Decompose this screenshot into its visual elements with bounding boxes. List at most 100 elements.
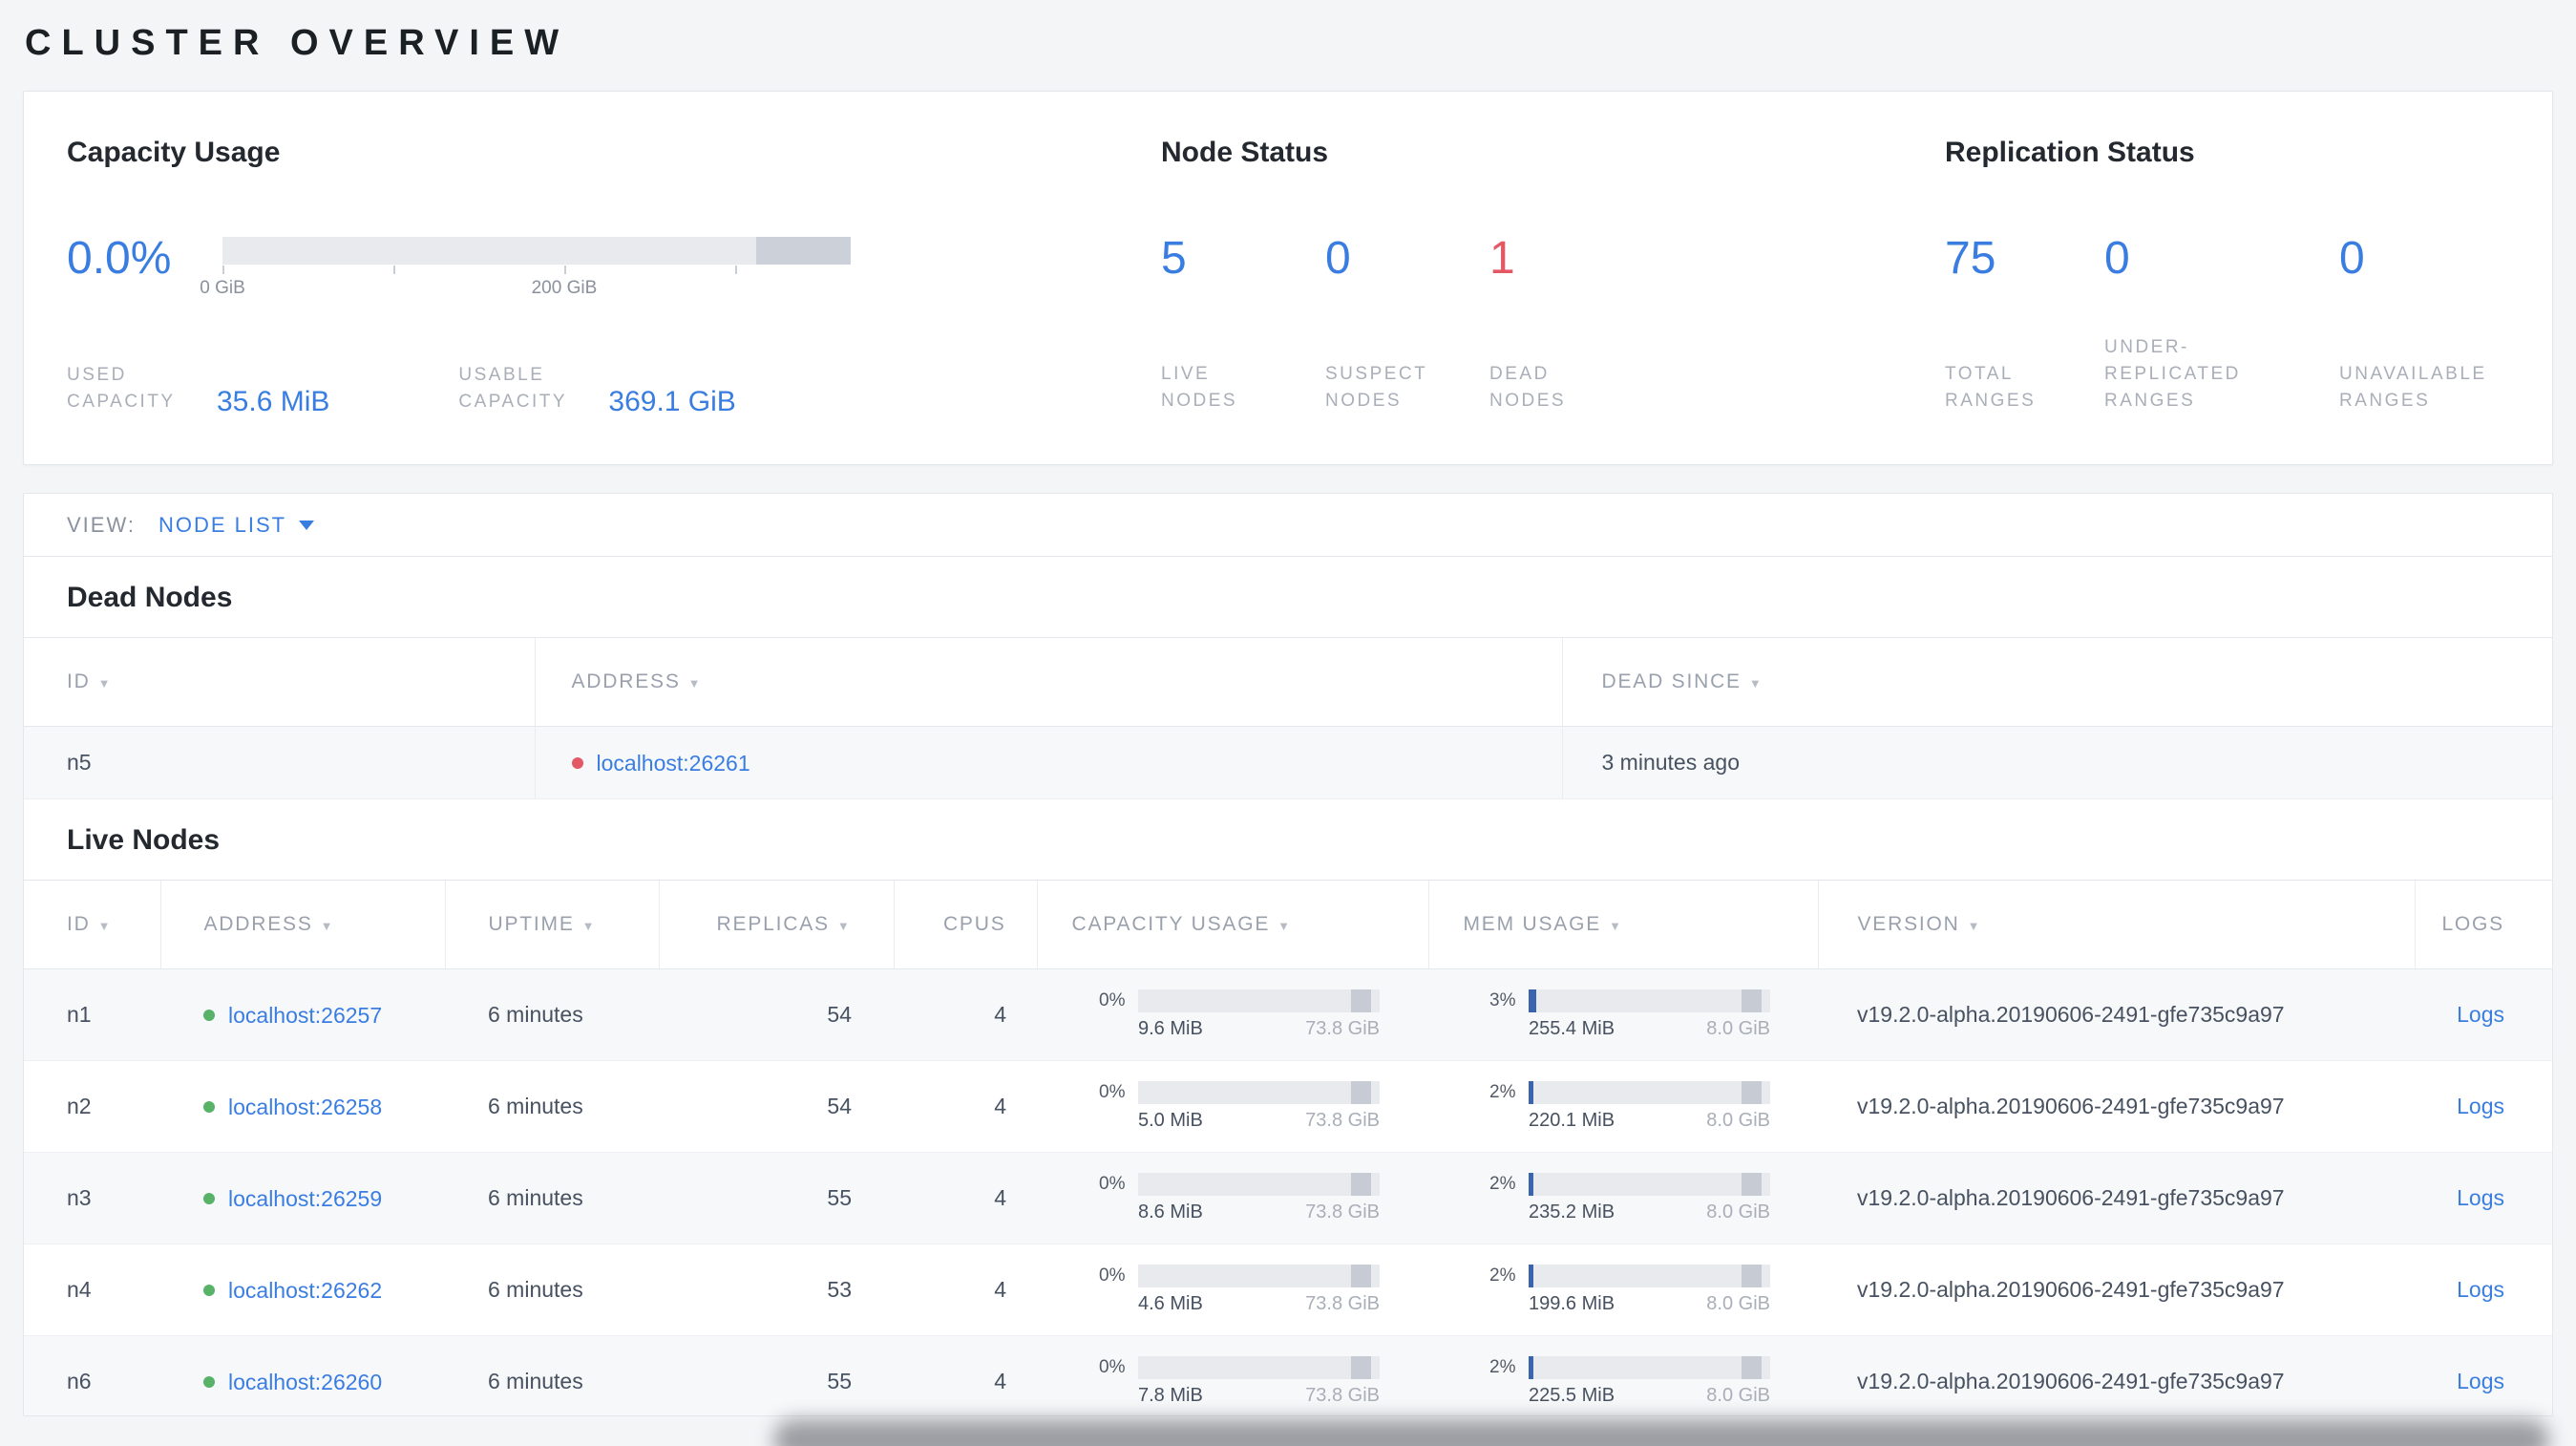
- column-header-id[interactable]: ID ▼: [24, 880, 160, 969]
- capacity-axis-ticks: [222, 265, 851, 277]
- node-address-link[interactable]: localhost:26260: [228, 1370, 382, 1395]
- node-uptime: 6 minutes: [445, 1335, 659, 1415]
- usage-percent: 0%: [1099, 990, 1126, 1010]
- usage-used-value: 235.2 MiB: [1529, 1201, 1615, 1223]
- column-header-uptime[interactable]: UPTIME ▼: [444, 880, 659, 969]
- column-header-label: ID: [67, 670, 91, 692]
- logs-link[interactable]: Logs: [2457, 1369, 2504, 1393]
- node-id: n4: [24, 1244, 160, 1336]
- dead-nodes-header-row: ID ▼ ADDRESS ▼ DEAD SINCE ▼: [24, 637, 2552, 727]
- column-header-dead-since[interactable]: DEAD SINCE ▼: [1561, 637, 2552, 727]
- total-ranges-count: 75: [1945, 233, 1996, 284]
- node-cpus: 4: [894, 968, 1037, 1061]
- usage-percent: 0%: [1099, 1174, 1126, 1194]
- logs-link[interactable]: Logs: [2457, 1002, 2504, 1027]
- dead-since-value: 3 minutes ago: [1561, 726, 2552, 799]
- mem-usage-bar: 2% 199.6 MiB 8.0 GiB: [1489, 1265, 1770, 1315]
- usage-total-value: 73.8 GiB: [1305, 1018, 1380, 1039]
- healthy-status-dot-icon: [203, 1193, 215, 1205]
- window-shadow-artifact: [773, 1419, 2549, 1446]
- node-replicas: 55: [659, 1152, 894, 1244]
- capacity-usage-section: Capacity Usage 0.0% 0 GiB 200 GiB USED C…: [67, 134, 1161, 417]
- table-row: n1 localhost:26257 6 minutes 54 4 0% 9.6…: [24, 968, 2552, 1061]
- sort-arrow-icon: ▼: [97, 676, 113, 691]
- capacity-usage-bar: 0% 5.0 MiB 73.8 GiB: [1099, 1081, 1380, 1132]
- sort-arrow-icon: ▼: [1609, 919, 1623, 933]
- column-header-mem-usage[interactable]: MEM USAGE ▼: [1427, 880, 1818, 969]
- nodes-panel: VIEW: NODE LIST Dead Nodes ID ▼ ADDRESS ▼ …: [23, 493, 2553, 1416]
- column-header-label: DEAD SINCE: [1601, 670, 1742, 692]
- usage-bar-marker: [1741, 1173, 1763, 1196]
- view-bar: VIEW: NODE LIST: [24, 494, 2552, 557]
- node-status-section: Node Status 5 LIVE NODES 0 SUSPECT NODES…: [1161, 134, 1945, 416]
- usage-percent: 2%: [1489, 1082, 1516, 1102]
- usage-bar-fill: [1529, 989, 1536, 1012]
- usage-bar-track: [1529, 1356, 1770, 1379]
- node-id: n2: [24, 1060, 160, 1153]
- usage-percent: 2%: [1489, 1357, 1516, 1377]
- usage-bar-track: [1138, 989, 1380, 1012]
- axis-label-200gib: 200 GiB: [531, 278, 598, 298]
- axis-tick: [392, 266, 395, 274]
- capacity-usage-cell: 0% 8.6 MiB 73.8 GiB: [1037, 1152, 1428, 1244]
- node-cpus: 4: [894, 1060, 1037, 1153]
- usage-bar-marker: [1350, 1081, 1372, 1104]
- node-uptime: 6 minutes: [445, 968, 659, 1061]
- node-replicas: 53: [659, 1244, 894, 1336]
- column-header-label: ID: [67, 913, 91, 935]
- column-header-label: CPUS: [942, 913, 1006, 935]
- column-header-version[interactable]: VERSION ▼: [1817, 880, 2415, 969]
- mem-usage-bar: 2% 235.2 MiB 8.0 GiB: [1489, 1173, 1770, 1223]
- usage-used-value: 4.6 MiB: [1138, 1293, 1203, 1314]
- live-nodes-count: 5: [1161, 233, 1187, 284]
- node-replicas: 54: [659, 1060, 894, 1153]
- column-header-address[interactable]: ADDRESS ▼: [534, 637, 1562, 727]
- suspect-nodes-label: SUSPECT NODES: [1325, 364, 1428, 411]
- logs-link[interactable]: Logs: [2457, 1277, 2504, 1302]
- usage-used-value: 7.8 MiB: [1138, 1385, 1203, 1406]
- usage-bar-marker: [1350, 989, 1372, 1012]
- axis-tick: [222, 266, 224, 274]
- unavailable-count: 0: [2339, 233, 2365, 284]
- capacity-usage-title: Capacity Usage: [67, 137, 281, 168]
- cluster-overview-page: CLUSTER OVERVIEW Capacity Usage 0.0% 0 G…: [0, 0, 2576, 1446]
- page-title: CLUSTER OVERVIEW: [25, 23, 570, 63]
- logs-cell: Logs: [2415, 968, 2552, 1061]
- capacity-chart-row: 0.0% 0 GiB 200 GiB: [67, 233, 1161, 301]
- column-header-capacity-usage[interactable]: CAPACITY USAGE ▼: [1036, 880, 1428, 969]
- node-address-link[interactable]: localhost:26258: [228, 1095, 382, 1120]
- usage-bar-marker: [1741, 989, 1763, 1012]
- replication-status-section: Replication Status 75 TOTAL RANGES 0 UND…: [1945, 134, 2509, 416]
- node-list-dropdown[interactable]: NODE LIST: [158, 513, 315, 538]
- node-address-link[interactable]: localhost:26259: [228, 1186, 382, 1212]
- usage-total-value: 8.0 GiB: [1706, 1110, 1770, 1131]
- usage-used-value: 255.4 MiB: [1529, 1018, 1615, 1039]
- column-header-label: VERSION: [1857, 913, 1960, 935]
- usage-bar-track: [1138, 1356, 1380, 1379]
- table-row: n5 localhost:26261 3 minutes ago: [24, 726, 2552, 799]
- column-header-replicas[interactable]: REPLICAS ▼: [658, 880, 894, 969]
- capacity-stats-row: USED CAPACITY 35.6 MiB USABLE CAPACITY 3…: [67, 362, 1161, 417]
- node-address-link[interactable]: localhost:26262: [228, 1278, 382, 1304]
- sort-arrow-icon: ▼: [1967, 919, 1982, 933]
- column-header-id[interactable]: ID ▼: [24, 637, 535, 727]
- node-version: v19.2.0-alpha.20190606-2491-gfe735c9a97: [1818, 968, 2415, 1061]
- logs-link[interactable]: Logs: [2457, 1094, 2504, 1118]
- node-version: v19.2.0-alpha.20190606-2491-gfe735c9a97: [1818, 1335, 2415, 1415]
- usage-bar-track: [1138, 1081, 1380, 1104]
- node-id: n6: [24, 1335, 160, 1415]
- dead-nodes-count: 1: [1489, 233, 1515, 284]
- live-nodes-label: LIVE NODES: [1161, 364, 1238, 411]
- column-header-address[interactable]: ADDRESS ▼: [159, 880, 445, 969]
- node-cpus: 4: [894, 1335, 1037, 1415]
- node-version: v19.2.0-alpha.20190606-2491-gfe735c9a97: [1818, 1244, 2415, 1336]
- node-address-link[interactable]: localhost:26257: [228, 1003, 382, 1029]
- node-version: v19.2.0-alpha.20190606-2491-gfe735c9a97: [1818, 1152, 2415, 1244]
- node-address-cell: localhost:26257: [160, 968, 445, 1061]
- node-address-link[interactable]: localhost:26261: [597, 751, 750, 776]
- usage-used-value: 220.1 MiB: [1529, 1110, 1615, 1131]
- axis-label-zero: 0 GiB: [200, 278, 245, 298]
- node-cpus: 4: [894, 1152, 1037, 1244]
- usage-total-value: 73.8 GiB: [1305, 1201, 1380, 1223]
- logs-link[interactable]: Logs: [2457, 1185, 2504, 1210]
